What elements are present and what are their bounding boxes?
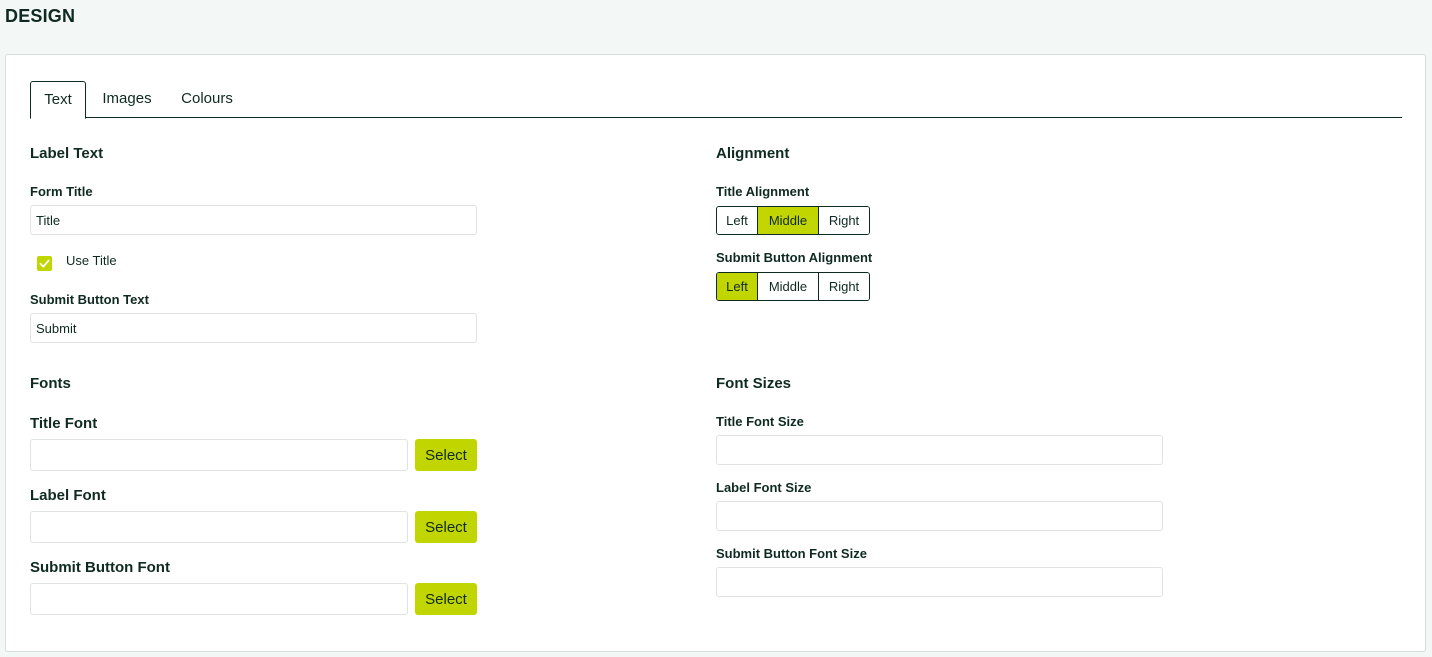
label-font-size-input[interactable] xyxy=(716,501,1163,531)
label-font-select-button[interactable]: Select xyxy=(415,511,477,543)
title-font-label: Title Font xyxy=(30,415,98,432)
page-title: DESIGN xyxy=(5,6,76,26)
form-title-label: Form Title xyxy=(30,184,93,199)
submit-alignment-label: Submit Button Alignment xyxy=(716,250,873,265)
alignment-heading: Alignment xyxy=(716,145,790,162)
font-sizes-heading: Font Sizes xyxy=(716,375,792,392)
title-alignment-label: Title Alignment xyxy=(716,184,810,199)
submit-font-size-input[interactable] xyxy=(716,567,1163,597)
title-font-size-input[interactable] xyxy=(716,435,1163,465)
fonts-heading: Fonts xyxy=(30,375,71,392)
form-title-input[interactable] xyxy=(30,205,477,235)
tab-bar: Text Images Colours xyxy=(30,81,1402,119)
title-align-right[interactable]: Right xyxy=(819,207,869,234)
label-text-heading: Label Text xyxy=(30,145,104,162)
design-card: Text Images Colours Label Text Form Titl… xyxy=(5,54,1426,652)
title-font-size-label: Title Font Size xyxy=(716,414,804,429)
label-font-input[interactable] xyxy=(30,511,408,543)
submit-text-input[interactable] xyxy=(30,313,477,343)
tab-colours[interactable]: Colours xyxy=(170,81,244,118)
submit-font-label: Submit Button Font xyxy=(30,559,170,576)
title-font-input[interactable] xyxy=(30,439,408,471)
submit-align-left[interactable]: Left xyxy=(717,273,758,300)
label-font-label: Label Font xyxy=(30,487,106,504)
submit-alignment-group: Left Middle Right xyxy=(716,272,870,301)
check-icon xyxy=(39,259,50,268)
submit-align-middle[interactable]: Middle xyxy=(758,273,819,300)
submit-text-label: Submit Button Text xyxy=(30,292,149,307)
title-font-select-button[interactable]: Select xyxy=(415,439,477,471)
tab-images[interactable]: Images xyxy=(89,81,165,118)
title-alignment-group: Left Middle Right xyxy=(716,206,870,235)
submit-font-select-button[interactable]: Select xyxy=(415,583,477,615)
title-align-middle[interactable]: Middle xyxy=(758,207,819,234)
submit-align-right[interactable]: Right xyxy=(819,273,869,300)
title-align-left[interactable]: Left xyxy=(717,207,758,234)
submit-font-input[interactable] xyxy=(30,583,408,615)
tab-text[interactable]: Text xyxy=(30,81,86,119)
use-title-label: Use Title xyxy=(66,253,117,268)
submit-font-size-label: Submit Button Font Size xyxy=(716,546,867,561)
use-title-checkbox[interactable] xyxy=(37,256,52,271)
label-font-size-label: Label Font Size xyxy=(716,480,812,495)
